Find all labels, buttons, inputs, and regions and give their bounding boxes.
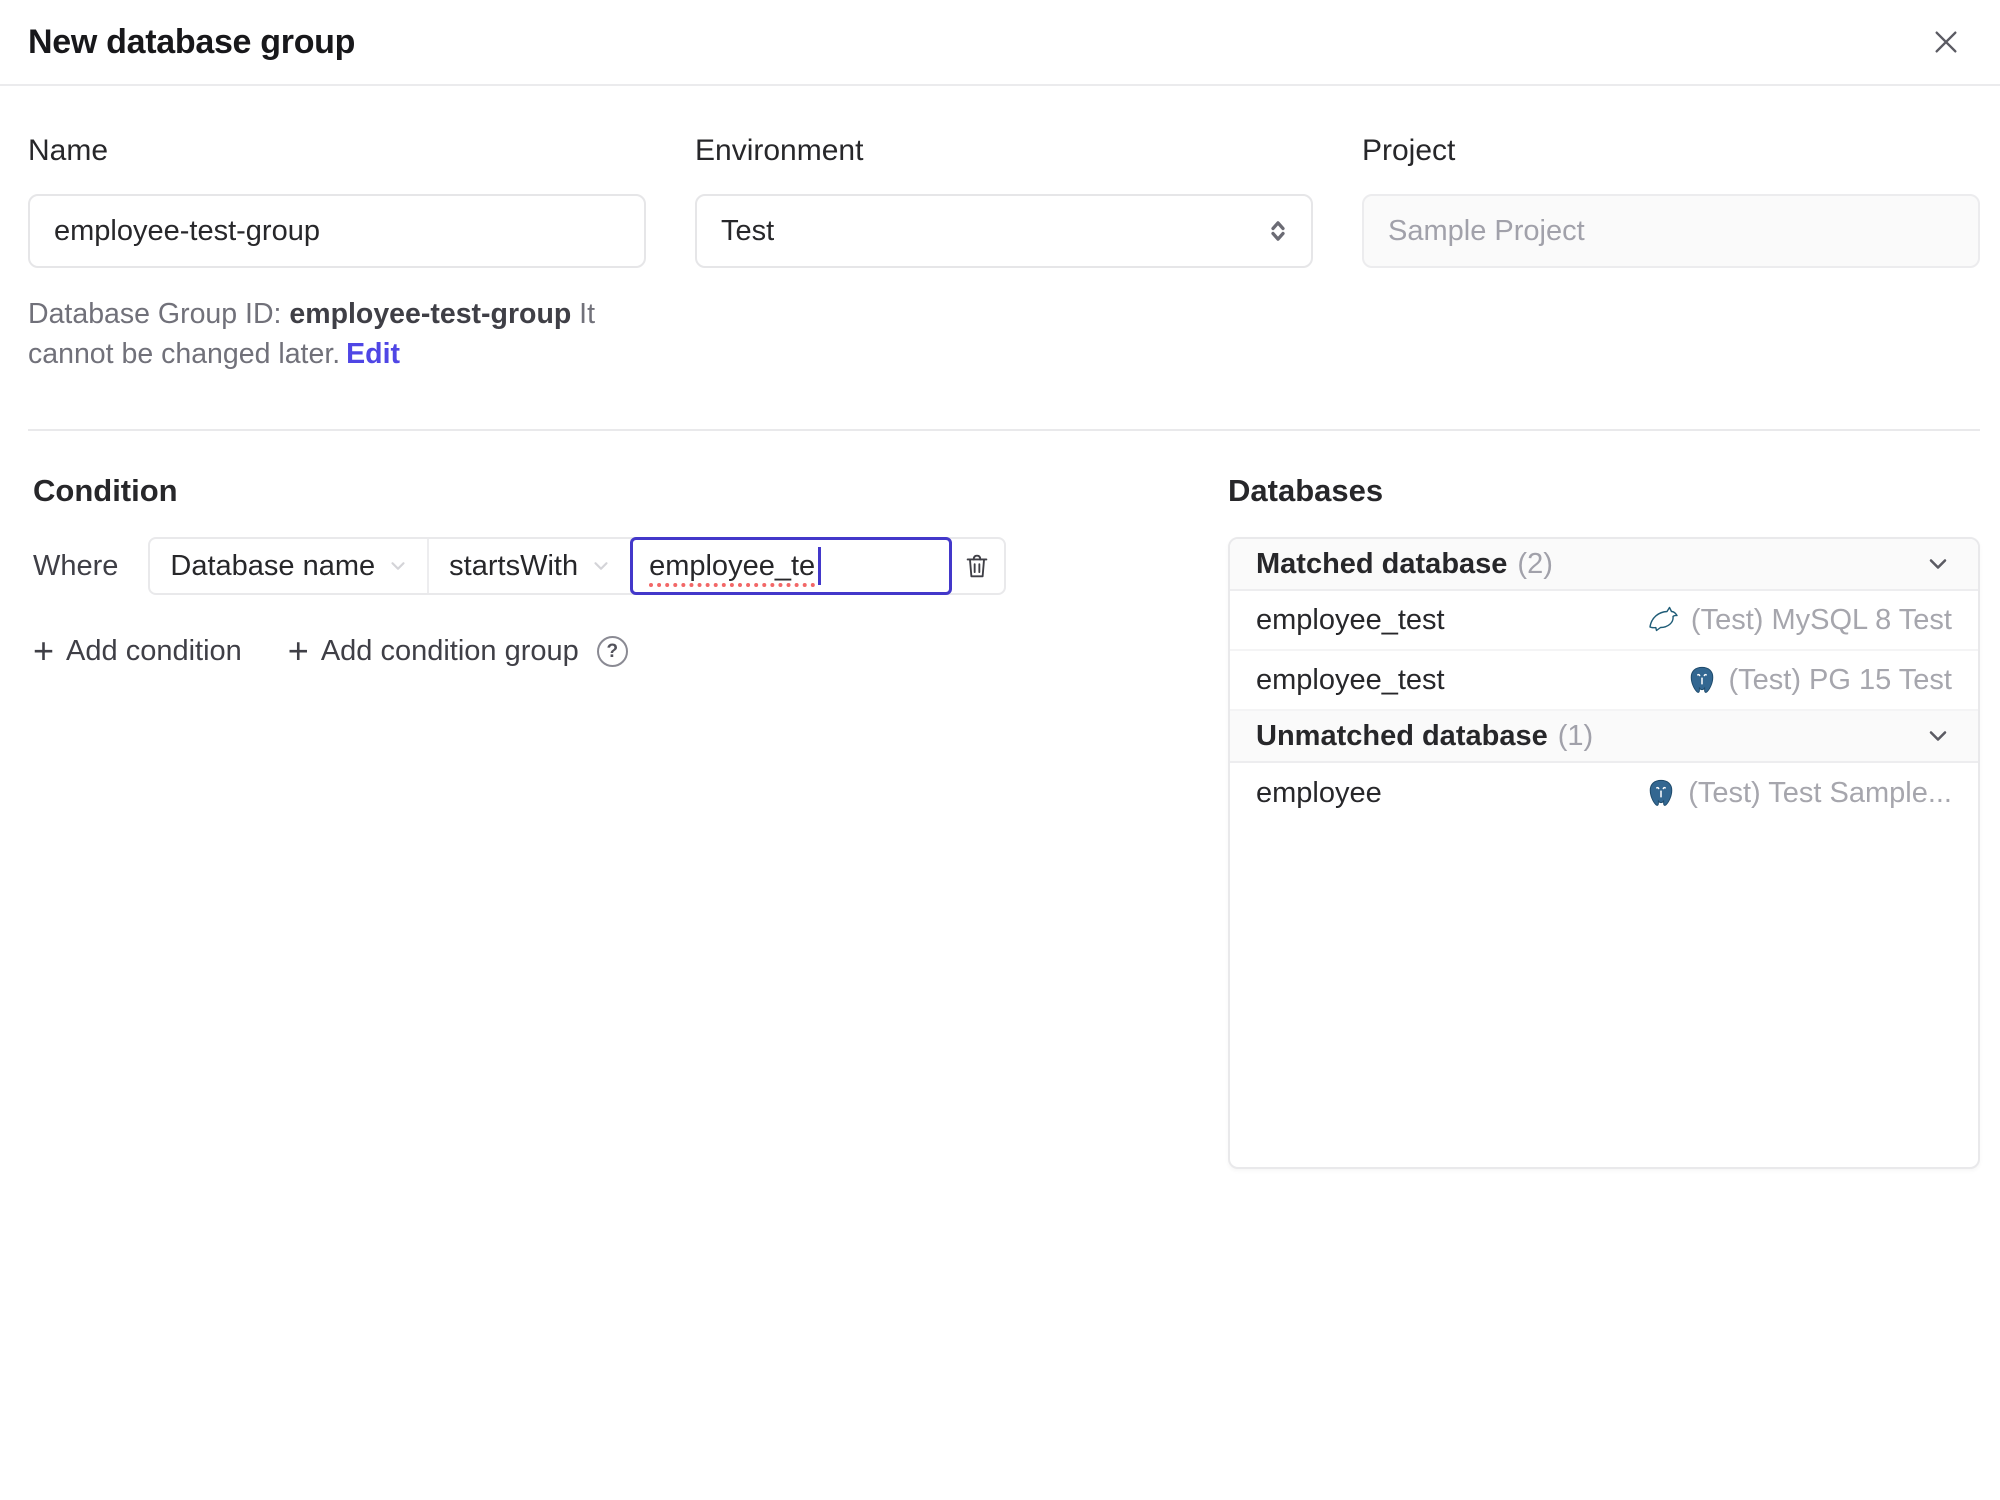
group-id-help: Database Group ID: employee-test-group I… xyxy=(28,294,636,374)
edit-link[interactable]: Edit xyxy=(346,338,400,370)
add-condition-group-button[interactable]: + Add condition group ? xyxy=(287,630,628,672)
dialog-header: New database group xyxy=(0,0,2000,86)
chevron-down-icon xyxy=(1924,722,1952,750)
mysql-icon xyxy=(1647,604,1679,636)
databases-panel: Matched database (2) employee_test (Test… xyxy=(1228,537,1980,1169)
database-row[interactable]: employee_test (Test) PG 15 Test xyxy=(1230,651,1978,711)
condition-operator-select[interactable]: startsWith xyxy=(429,539,633,593)
plus-icon: + xyxy=(287,630,309,672)
delete-condition-button[interactable] xyxy=(950,539,1004,593)
close-button[interactable] xyxy=(1924,20,1968,64)
environment-label: Environment xyxy=(695,134,864,167)
postgresql-icon xyxy=(1687,665,1717,695)
add-condition-group-label: Add condition group xyxy=(320,635,579,667)
unmatched-database-title: Unmatched database xyxy=(1256,719,1548,752)
databases-section: Databases Matched database (2) employee_t… xyxy=(1228,473,1980,1169)
matched-database-count: (2) xyxy=(1517,547,1553,580)
section-divider xyxy=(28,429,1980,431)
instance-label: (Test) Test Sample... xyxy=(1688,776,1952,809)
condition-value-text: employee_te xyxy=(649,549,816,582)
environment-selected-value: Test xyxy=(721,214,775,247)
environment-field-block: Environment Test xyxy=(695,134,1313,374)
project-field-block: Project xyxy=(1362,134,1980,374)
name-field-block: Name Database Group ID: employee-test-gr… xyxy=(28,134,646,374)
database-row[interactable]: employee (Test) Test Sample... xyxy=(1230,763,1978,823)
condition-field-value: Database name xyxy=(170,549,376,582)
instance-label: (Test) PG 15 Test xyxy=(1728,663,1953,696)
unmatched-database-header[interactable]: Unmatched database (1) xyxy=(1230,711,1978,763)
name-label: Name xyxy=(28,134,109,167)
where-label: Where xyxy=(33,549,119,582)
instance-label: (Test) MySQL 8 Test xyxy=(1690,603,1952,636)
matched-database-title: Matched database xyxy=(1256,547,1508,580)
text-cursor xyxy=(818,547,822,585)
group-id-prefix: Database Group ID: xyxy=(28,298,290,330)
condition-field-select[interactable]: Database name xyxy=(150,539,430,593)
databases-heading: Databases xyxy=(1228,473,1384,508)
project-label: Project xyxy=(1362,134,1456,167)
database-name: employee xyxy=(1256,776,1382,809)
add-condition-button[interactable]: + Add condition xyxy=(33,630,242,672)
new-database-group-dialog: New database group Name Database Group I… xyxy=(0,0,2000,1169)
database-row[interactable]: employee_test (Test) MySQL 8 Test xyxy=(1230,591,1978,651)
unmatched-database-count: (1) xyxy=(1557,719,1594,752)
chevron-down-icon xyxy=(387,555,409,577)
condition-value-input[interactable]: employee_te xyxy=(630,537,953,595)
help-icon[interactable]: ? xyxy=(596,636,628,667)
condition-heading: Condition xyxy=(33,473,178,508)
trash-icon xyxy=(962,551,992,581)
page-title: New database group xyxy=(28,22,356,61)
group-form: Name Database Group ID: employee-test-gr… xyxy=(28,134,1980,374)
group-id-value: employee-test-group xyxy=(289,298,572,330)
database-name: employee_test xyxy=(1256,603,1445,636)
condition-operator-value: startsWith xyxy=(449,549,579,582)
name-input[interactable] xyxy=(28,194,646,268)
database-name: employee_test xyxy=(1256,663,1445,696)
matched-database-header[interactable]: Matched database (2) xyxy=(1230,539,1978,591)
plus-icon: + xyxy=(33,630,55,672)
condition-expression-group: Database name startsWith employee_te xyxy=(148,537,1007,595)
condition-section: Condition Where Database name startsWith… xyxy=(28,473,1228,672)
chevron-down-icon xyxy=(1924,550,1952,578)
up-down-chevrons-icon xyxy=(1263,216,1293,246)
environment-select[interactable]: Test xyxy=(695,194,1313,268)
add-condition-label: Add condition xyxy=(66,635,242,667)
condition-actions: + Add condition + Add condition group ? xyxy=(33,630,1228,672)
project-input[interactable] xyxy=(1362,194,1980,268)
postgresql-icon xyxy=(1646,778,1676,808)
chevron-down-icon xyxy=(590,555,612,577)
condition-row: Where Database name startsWith employee_… xyxy=(33,537,1228,595)
close-icon xyxy=(1930,26,1962,58)
